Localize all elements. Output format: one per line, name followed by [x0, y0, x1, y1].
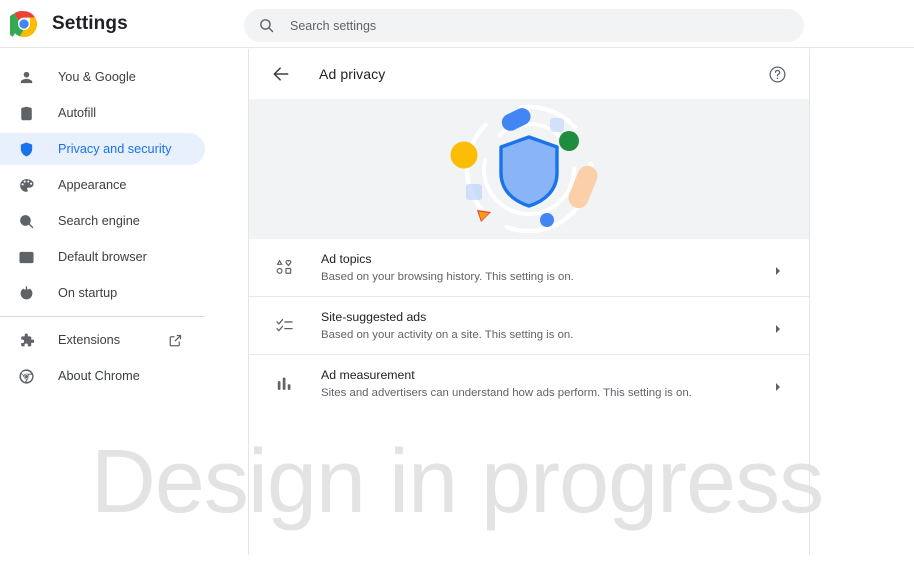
ad-topics-shapes-icon	[275, 258, 295, 278]
clipboard-icon	[16, 103, 36, 123]
sidebar-item-label: On startup	[58, 286, 118, 300]
setting-row-title: Ad topics	[321, 251, 372, 266]
setting-row-ad-measurement[interactable]: Ad measurement Sites and advertisers can…	[249, 355, 809, 413]
sidebar-item-about-chrome[interactable]: About Chrome	[0, 360, 205, 392]
setting-row-text: Ad measurement Sites and advertisers can…	[321, 367, 779, 401]
palette-icon	[16, 175, 36, 195]
sidebar-item-label: Privacy and security	[58, 142, 172, 156]
setting-row-title: Site-suggested ads	[321, 309, 427, 324]
sidebar-divider	[0, 316, 205, 317]
browser-window-icon	[16, 247, 36, 267]
chrome-outline-icon	[16, 366, 36, 386]
page-title: Ad privacy	[319, 66, 386, 82]
sidebar-nav: You & Google Autofill Privacy and securi…	[0, 49, 248, 581]
setting-row-ad-topics[interactable]: Ad topics Based on your browsing history…	[249, 239, 809, 297]
sidebar-item-you-and-google[interactable]: You & Google	[0, 61, 205, 93]
checklist-icon	[275, 316, 295, 336]
red-triangle	[477, 210, 491, 222]
ad-privacy-hero-banner	[249, 99, 809, 239]
sidebar-item-on-startup[interactable]: On startup	[0, 277, 205, 309]
back-arrow-icon[interactable]	[271, 64, 291, 84]
sidebar-item-label: Autofill	[58, 106, 97, 120]
shield-icon	[16, 139, 36, 159]
setting-row-subtitle: Based on your activity on a site. This s…	[321, 328, 574, 341]
setting-row-site-suggested-ads[interactable]: Site-suggested ads Based on your activit…	[249, 297, 809, 355]
sidebar-item-search-engine[interactable]: Search engine	[0, 205, 205, 237]
sidebar-item-label: You & Google	[58, 70, 136, 84]
setting-row-subtitle: Sites and advertisers can understand how…	[321, 387, 692, 399]
open-in-new-icon	[168, 333, 183, 348]
yellow-circle	[450, 141, 478, 169]
main-content-card: Ad privacy Ad topics Based on your brows…	[248, 49, 810, 555]
help-circle-icon[interactable]	[768, 65, 787, 84]
search-icon	[16, 211, 36, 231]
top-toolbar: Settings	[0, 0, 914, 48]
chevron-right-icon	[773, 321, 783, 333]
content-header: Ad privacy	[249, 49, 809, 99]
setting-row-text: Ad topics Based on your browsing history…	[321, 251, 779, 285]
green-circle	[559, 131, 579, 151]
person-icon	[16, 67, 36, 87]
chevron-right-icon	[773, 263, 783, 275]
search-icon	[258, 17, 275, 34]
sidebar-item-default-browser[interactable]: Default browser	[0, 241, 205, 273]
chevron-right-icon	[773, 379, 783, 391]
sidebar-item-privacy-and-security[interactable]: Privacy and security	[0, 133, 205, 165]
puzzle-piece-icon	[16, 330, 36, 350]
sidebar-item-label: Default browser	[58, 250, 147, 264]
ad-privacy-shield-illustration	[429, 99, 629, 239]
power-icon	[16, 283, 36, 303]
sidebar-item-appearance[interactable]: Appearance	[0, 169, 205, 201]
search-input[interactable]	[288, 17, 788, 34]
setting-row-text: Site-suggested ads Based on your activit…	[321, 309, 779, 343]
dotted-square-left	[466, 184, 482, 200]
sidebar-item-label: About Chrome	[58, 369, 140, 383]
sidebar-item-autofill[interactable]: Autofill	[0, 97, 205, 129]
blue-dot	[540, 213, 554, 227]
bar-chart-icon	[275, 374, 295, 394]
app-title: Settings	[52, 12, 128, 34]
sidebar-item-label: Appearance	[58, 178, 127, 192]
sidebar-item-label: Search engine	[58, 214, 140, 228]
setting-row-title: Ad measurement	[321, 368, 415, 382]
search-settings-box[interactable]	[244, 9, 804, 42]
sidebar-item-label: Extensions	[58, 333, 121, 347]
sidebar-item-extensions[interactable]: Extensions	[0, 324, 205, 356]
dotted-square-right	[550, 118, 564, 132]
settings-page: Settings You & Google	[0, 0, 914, 581]
setting-row-subtitle: Based on your browsing history. This set…	[321, 270, 574, 283]
chrome-logo-icon	[6, 10, 38, 38]
shield-icon	[499, 135, 559, 208]
